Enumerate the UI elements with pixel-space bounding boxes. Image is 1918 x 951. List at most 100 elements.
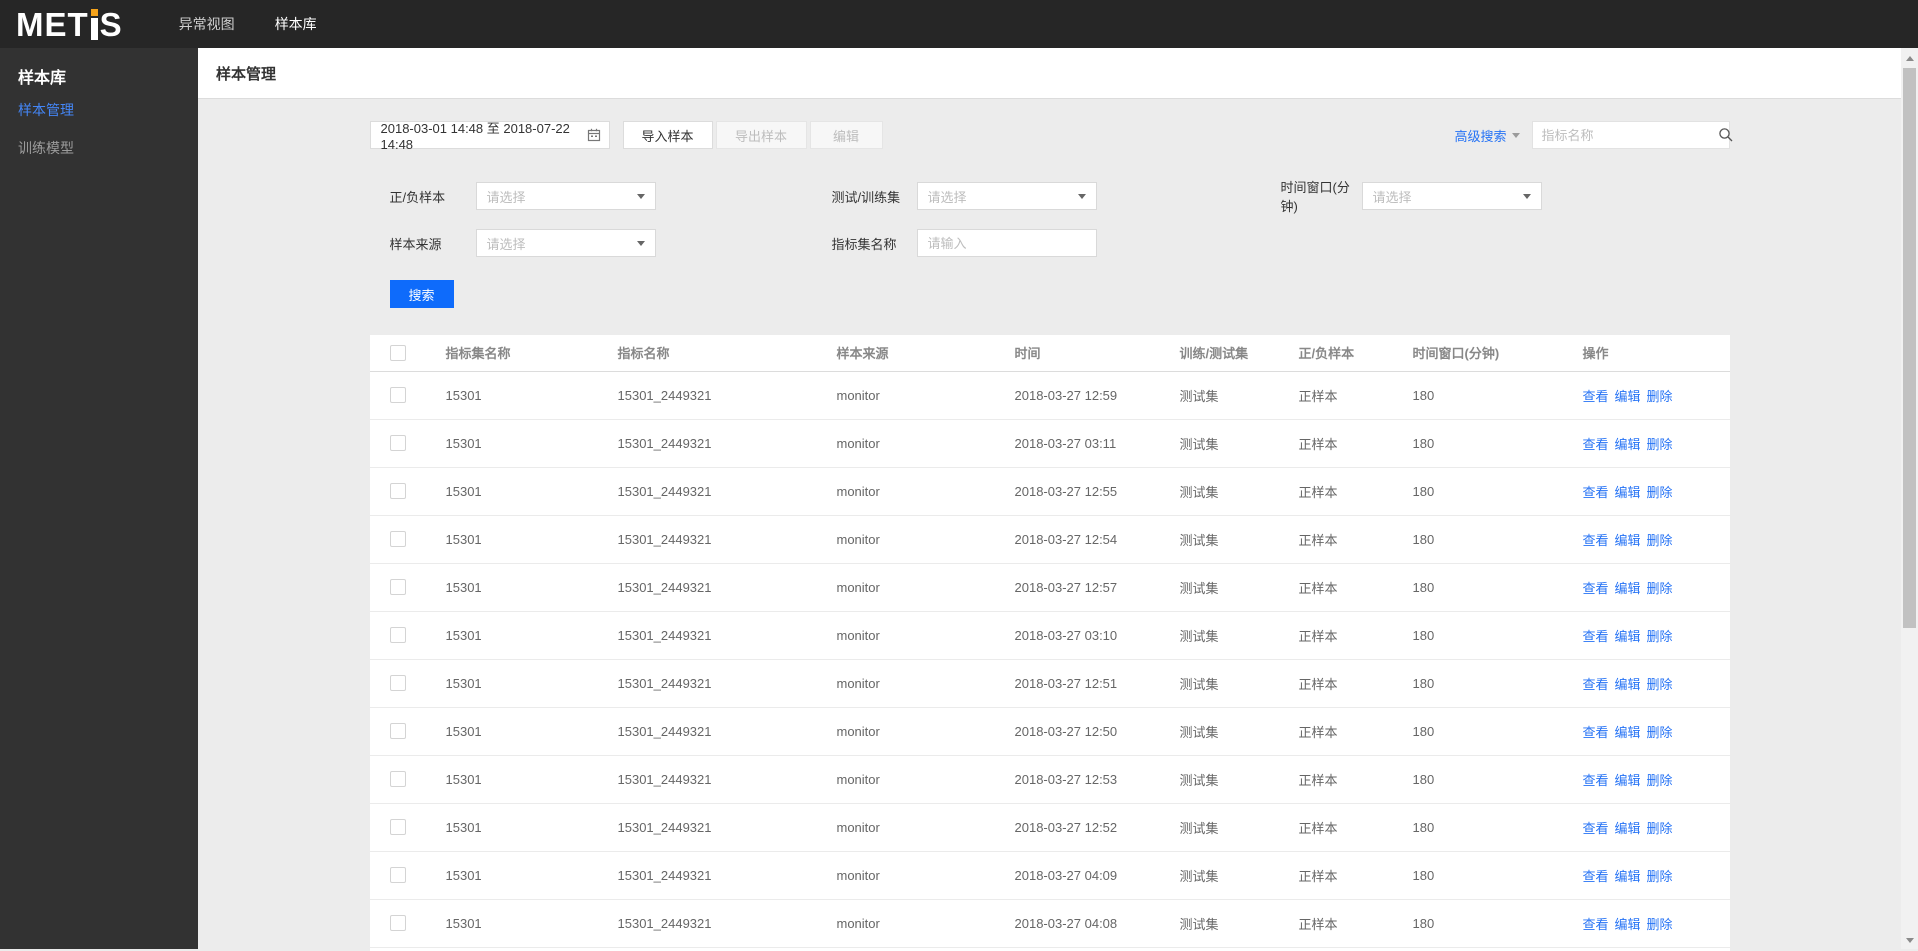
cell-time: 2018-03-27 04:09 xyxy=(994,851,1160,900)
select-all-checkbox[interactable] xyxy=(389,345,406,362)
sidebar-item-sample-management[interactable]: 样本管理 xyxy=(0,94,198,126)
edit-link[interactable]: 编辑 xyxy=(1615,869,1641,884)
edit-link[interactable]: 编辑 xyxy=(1615,821,1641,836)
delete-link[interactable]: 删除 xyxy=(1647,821,1673,836)
cell-time-window: 180 xyxy=(1392,899,1563,948)
table-row: 15301 15301_2449321 monitor 2018-03-27 1… xyxy=(369,659,1730,708)
edit-link[interactable]: 编辑 xyxy=(1615,389,1641,404)
scrollbar-thumb[interactable] xyxy=(1903,68,1916,628)
nav-item-sample-library[interactable]: 样本库 xyxy=(255,0,337,48)
metis-logo[interactable]: MET S xyxy=(16,8,123,41)
cell-dataset: 测试集 xyxy=(1159,611,1279,660)
row-checkbox[interactable] xyxy=(389,387,406,404)
edit-link[interactable]: 编辑 xyxy=(1615,629,1641,644)
row-checkbox[interactable] xyxy=(389,483,406,500)
cell-metric-name: 15301_2449321 xyxy=(597,803,817,852)
edit-link[interactable]: 编辑 xyxy=(1615,437,1641,452)
row-checkbox[interactable] xyxy=(389,531,406,548)
view-link[interactable]: 查看 xyxy=(1583,773,1609,788)
edit-button[interactable]: 编辑 xyxy=(809,121,883,149)
search-icon[interactable] xyxy=(1718,127,1734,143)
select-caret-icon xyxy=(1522,193,1531,199)
view-link[interactable]: 查看 xyxy=(1583,629,1609,644)
view-link[interactable]: 查看 xyxy=(1583,581,1609,596)
cell-metric-set: 15301 xyxy=(425,659,598,708)
dataset-select[interactable]: 请选择 xyxy=(916,182,1097,210)
view-link[interactable]: 查看 xyxy=(1583,389,1609,404)
edit-link[interactable]: 编辑 xyxy=(1615,485,1641,500)
delete-link[interactable]: 删除 xyxy=(1647,677,1673,692)
delete-link[interactable]: 删除 xyxy=(1647,485,1673,500)
cell-metric-set: 15301 xyxy=(425,755,598,804)
date-range-picker[interactable]: 2018-03-01 14:48 至 2018-07-22 14:48 xyxy=(369,121,610,152)
select-caret-icon xyxy=(636,193,645,199)
row-checkbox[interactable] xyxy=(389,435,406,452)
cell-time-window: 180 xyxy=(1392,371,1563,420)
delete-link[interactable]: 删除 xyxy=(1647,533,1673,548)
delete-link[interactable]: 删除 xyxy=(1647,437,1673,452)
cell-source: monitor xyxy=(816,563,995,612)
cell-metric-name: 15301_2449321 xyxy=(597,371,817,420)
delete-link[interactable]: 删除 xyxy=(1647,773,1673,788)
cell-polarity: 正样本 xyxy=(1278,467,1393,516)
cell-polarity: 正样本 xyxy=(1278,659,1393,708)
view-link[interactable]: 查看 xyxy=(1583,677,1609,692)
row-checkbox[interactable] xyxy=(389,627,406,644)
vertical-scrollbar[interactable] xyxy=(1901,48,1918,949)
polarity-select[interactable]: 请选择 xyxy=(475,182,656,210)
nav-item-anomaly-view[interactable]: 异常视图 xyxy=(159,0,255,48)
edit-link[interactable]: 编辑 xyxy=(1615,773,1641,788)
edit-link[interactable]: 编辑 xyxy=(1615,533,1641,548)
scroll-down-arrow-icon[interactable] xyxy=(1901,932,1918,949)
advanced-search-toggle[interactable]: 高级搜索 xyxy=(1454,126,1520,145)
row-checkbox[interactable] xyxy=(389,579,406,596)
view-link[interactable]: 查看 xyxy=(1583,869,1609,884)
table-row: 15301 15301_2449321 monitor 2018-03-27 1… xyxy=(369,755,1730,804)
time-window-select[interactable]: 请选择 xyxy=(1361,182,1542,210)
import-sample-button[interactable]: 导入样本 xyxy=(622,121,713,149)
metric-search-input[interactable] xyxy=(1532,127,1718,143)
search-button[interactable]: 搜索 xyxy=(389,280,454,308)
cell-time: 2018-03-27 12:52 xyxy=(994,803,1160,852)
cell-time-window: 180 xyxy=(1392,515,1563,564)
view-link[interactable]: 查看 xyxy=(1583,533,1609,548)
scroll-up-arrow-icon[interactable] xyxy=(1901,50,1918,67)
view-link[interactable]: 查看 xyxy=(1583,917,1609,932)
cell-metric-name: 15301_2449321 xyxy=(597,563,817,612)
select-caret-icon xyxy=(636,240,645,246)
view-link[interactable]: 查看 xyxy=(1583,725,1609,740)
row-checkbox[interactable] xyxy=(389,819,406,836)
row-checkbox[interactable] xyxy=(389,771,406,788)
sample-source-select[interactable]: 请选择 xyxy=(475,229,656,257)
row-checkbox[interactable] xyxy=(389,723,406,740)
delete-link[interactable]: 删除 xyxy=(1647,917,1673,932)
delete-link[interactable]: 删除 xyxy=(1647,725,1673,740)
export-sample-button[interactable]: 导出样本 xyxy=(715,121,807,149)
row-checkbox[interactable] xyxy=(389,867,406,884)
cell-metric-name: 15301_2449321 xyxy=(597,515,817,564)
sidebar-item-training-model[interactable]: 训练模型 xyxy=(0,132,198,164)
row-checkbox[interactable] xyxy=(389,915,406,932)
edit-link[interactable]: 编辑 xyxy=(1615,581,1641,596)
sample-source-select-placeholder: 请选择 xyxy=(486,236,526,252)
content-area: 2018-03-01 14:48 至 2018-07-22 14:48 导入样本 xyxy=(198,99,1901,951)
delete-link[interactable]: 删除 xyxy=(1647,389,1673,404)
cell-time: 2018-03-27 12:53 xyxy=(994,755,1160,804)
view-link[interactable]: 查看 xyxy=(1583,437,1609,452)
metric-set-name-input[interactable] xyxy=(917,230,1096,256)
table-row: 15301 15301_2449321 monitor 2018-03-27 0… xyxy=(369,851,1730,900)
table-row: 15301 15301_2449321 monitor 2018-03-27 0… xyxy=(369,899,1730,948)
cell-time: 2018-03-27 12:54 xyxy=(994,515,1160,564)
delete-link[interactable]: 删除 xyxy=(1647,629,1673,644)
cell-metric-set: 15301 xyxy=(425,611,598,660)
edit-link[interactable]: 编辑 xyxy=(1615,725,1641,740)
delete-link[interactable]: 删除 xyxy=(1647,581,1673,596)
delete-link[interactable]: 删除 xyxy=(1647,869,1673,884)
row-checkbox[interactable] xyxy=(389,675,406,692)
view-link[interactable]: 查看 xyxy=(1583,821,1609,836)
edit-link[interactable]: 编辑 xyxy=(1615,677,1641,692)
edit-link[interactable]: 编辑 xyxy=(1615,917,1641,932)
cell-dataset: 测试集 xyxy=(1159,851,1279,900)
view-link[interactable]: 查看 xyxy=(1583,485,1609,500)
page-titlebar: 样本管理 xyxy=(198,48,1901,99)
